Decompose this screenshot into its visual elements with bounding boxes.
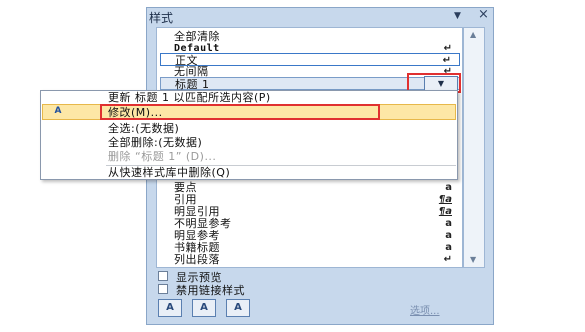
style-dropdown-button[interactable]: ▼ [424, 76, 458, 91]
scroll-up-icon[interactable]: ▲ [470, 30, 476, 39]
menu-item-delete-style: 删除 “标题 1” (D)... [108, 150, 217, 163]
modify-highlight [100, 104, 380, 120]
paragraph-mark-icon: ↵ [443, 254, 452, 265]
pane-options-dropdown-icon[interactable]: ▼ [454, 11, 461, 21]
scroll-down-icon[interactable]: ▼ [470, 255, 476, 264]
show-preview-checkbox[interactable] [158, 271, 168, 281]
pane-close-icon[interactable]: × [478, 7, 489, 22]
style-item-label: 列出段落 [174, 253, 220, 266]
options-link[interactable]: 选项... [410, 302, 440, 317]
style-inspector-icon: A [200, 302, 208, 313]
modify-style-icon: A [54, 106, 62, 116]
style-item[interactable]: 列出段落 ↵ [160, 253, 460, 266]
disable-linked-styles-label: 禁用链接样式 [176, 284, 245, 297]
manage-styles-icon: A [234, 302, 242, 313]
style-inspector-button[interactable]: A [192, 299, 216, 317]
menu-item-remove-from-gallery[interactable]: 从快速样式库中删除(Q) [108, 166, 230, 179]
disable-linked-styles-checkbox[interactable] [158, 284, 168, 294]
menu-item-select-all[interactable]: 全选:(无数据) [108, 122, 179, 135]
menu-item-delete-all[interactable]: 全部删除:(无数据) [108, 136, 202, 149]
new-style-button[interactable]: A [158, 299, 182, 317]
manage-styles-button[interactable]: A [226, 299, 250, 317]
pane-title: 样式 [149, 11, 174, 25]
styles-list-scrollbar[interactable] [463, 27, 485, 268]
new-style-icon: A [166, 302, 174, 313]
menu-item-update-style[interactable]: 更新 标题 1 以匹配所选内容(P) [108, 91, 271, 104]
